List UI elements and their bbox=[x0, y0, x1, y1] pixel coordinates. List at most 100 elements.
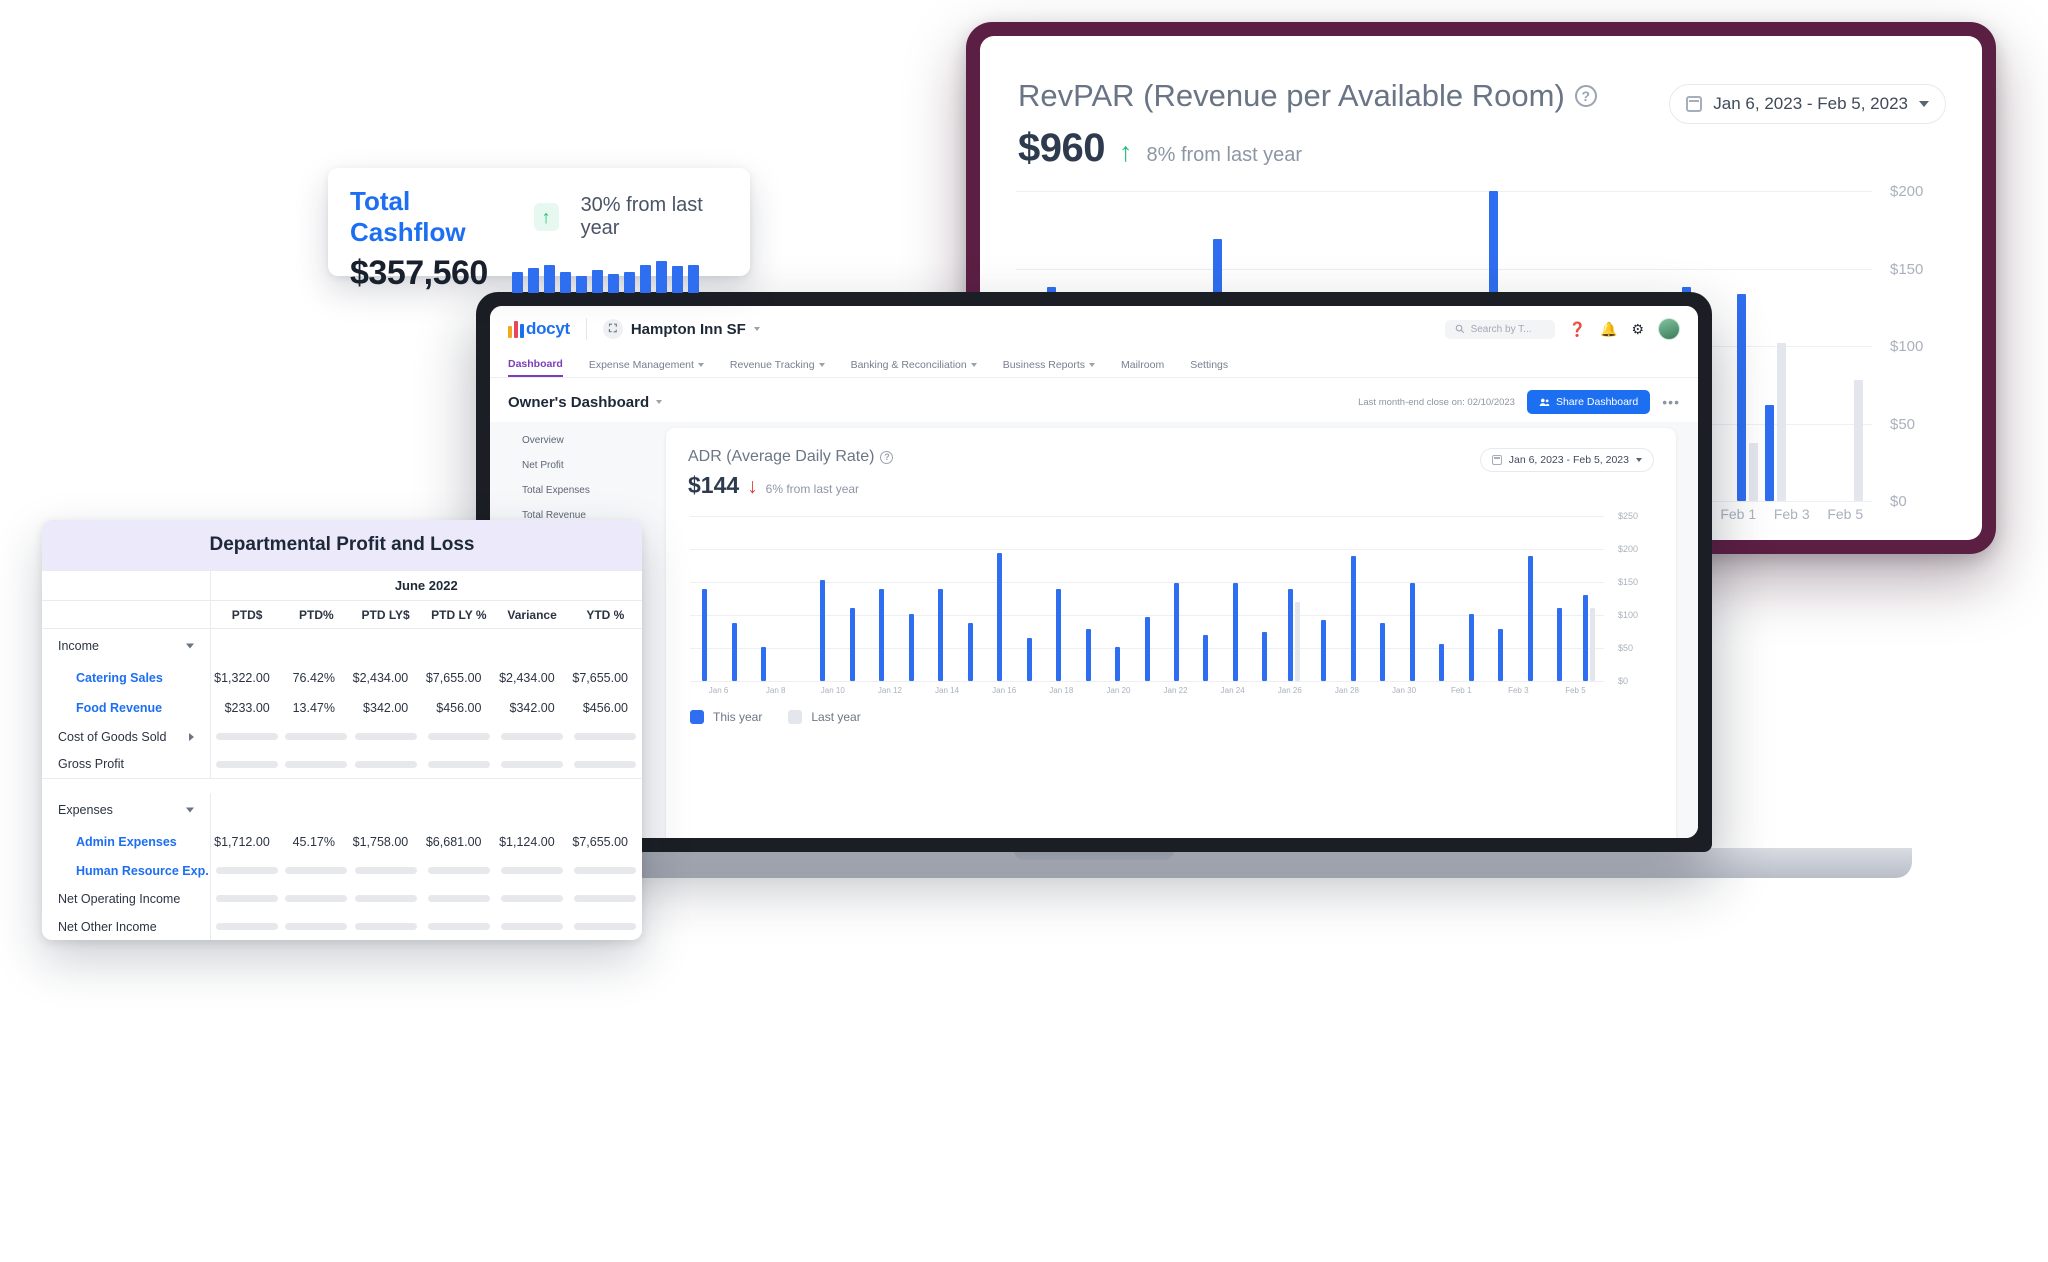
tab-mailroom[interactable]: Mailroom bbox=[1121, 352, 1164, 377]
gear-icon[interactable]: ⚙ bbox=[1631, 321, 1644, 338]
legend-item[interactable]: Last year bbox=[788, 710, 861, 724]
pnl-row-label[interactable]: Gross Profit bbox=[42, 750, 211, 779]
tab-settings[interactable]: Settings bbox=[1190, 352, 1228, 377]
pnl-period-label: June 2022 bbox=[210, 570, 642, 601]
table-row[interactable]: Gross Profit bbox=[42, 750, 642, 779]
adr-bar-group bbox=[1280, 516, 1309, 681]
docyt-logo[interactable]: docyt bbox=[508, 319, 570, 339]
property-selector[interactable]: ⛶ Hampton Inn SF bbox=[602, 319, 760, 339]
pnl-row-label[interactable]: Human Resource Exp. bbox=[42, 856, 211, 885]
pnl-cell bbox=[422, 751, 495, 779]
pnl-cell bbox=[210, 751, 284, 779]
revpar-value-row: $960 ↑ 8% from last year bbox=[1018, 126, 1982, 171]
y-tick-label: $150 bbox=[1890, 260, 1924, 278]
pnl-row-label[interactable]: Cost of Goods Sold bbox=[42, 722, 211, 751]
y-tick-label: $50 bbox=[1890, 415, 1916, 433]
pnl-cell: $6,681.00 bbox=[425, 834, 482, 849]
pnl-cell bbox=[422, 885, 495, 913]
avatar[interactable] bbox=[1658, 318, 1680, 340]
adr-bar-group bbox=[837, 516, 866, 681]
pnl-loading-placeholder bbox=[427, 923, 490, 930]
pnl-cell bbox=[284, 857, 349, 885]
table-row[interactable]: Expenses bbox=[42, 792, 642, 827]
pnl-loading-placeholder bbox=[427, 733, 490, 740]
laptop-device: docyt ⛶ Hampton Inn SF Search by T... ❓ bbox=[276, 292, 1912, 892]
x-tick-label: Jan 30 bbox=[1392, 686, 1417, 695]
sidebar-item-net-profit[interactable]: Net Profit bbox=[522, 453, 660, 478]
legend-item[interactable]: This year bbox=[690, 710, 762, 724]
adr-bar-group bbox=[867, 516, 896, 681]
main-tabs: Dashboard Expense Management Revenue Track… bbox=[490, 352, 1698, 378]
question-icon[interactable]: ? bbox=[1574, 85, 1597, 107]
bell-icon[interactable]: 🔔 bbox=[1600, 321, 1617, 338]
tab-banking-reconciliation[interactable]: Banking & Reconciliation bbox=[851, 352, 977, 377]
adr-date-range-picker[interactable]: Jan 6, 2023 - Feb 5, 2023 bbox=[1479, 448, 1654, 472]
pnl-row-label[interactable]: Admin Expenses bbox=[42, 826, 211, 857]
pnl-row-label[interactable]: Catering Sales bbox=[42, 662, 211, 693]
pnl-cell bbox=[569, 723, 642, 751]
pnl-row-label[interactable]: Net Operating Income bbox=[42, 884, 211, 913]
tab-business-reports[interactable]: Business Reports bbox=[1003, 352, 1096, 377]
question-icon[interactable]: ? bbox=[880, 450, 894, 464]
cashflow-title: Total Cashflow bbox=[350, 186, 466, 247]
adr-x-axis: Jan 6 Jan 8 Jan 10 Jan 12 Jan 14 Jan 16 Jan 18… bbox=[690, 686, 1604, 695]
sidebar-item-overview[interactable]: Overview bbox=[522, 428, 660, 453]
pnl-title: Departmental Profit and Loss bbox=[42, 520, 642, 570]
chevron-down-icon[interactable] bbox=[185, 807, 194, 812]
adr-bar-group bbox=[926, 516, 955, 681]
revpar-delta: 8% from last year bbox=[1146, 144, 1303, 166]
table-row[interactable]: Income bbox=[42, 628, 642, 663]
adr-bar-group bbox=[1368, 516, 1397, 681]
arrow-up-icon: ↑ bbox=[533, 203, 559, 231]
pnl-cell: $2,434.00 bbox=[499, 670, 555, 685]
legend-label: This year bbox=[713, 710, 763, 724]
tab-label: Settings bbox=[1190, 358, 1229, 371]
table-row[interactable]: Food Revenue $233.00 13.47% $342.00 $456.00 $… bbox=[42, 692, 642, 723]
tab-label: Banking & Reconciliation bbox=[850, 358, 967, 371]
table-row[interactable]: Human Resource Exp. bbox=[42, 856, 642, 885]
table-row[interactable]: Cost of Goods Sold bbox=[42, 722, 642, 751]
revpar-date-range-picker[interactable]: Jan 6, 2023 - Feb 5, 2023 bbox=[1669, 84, 1946, 124]
chevron-down-icon bbox=[697, 362, 704, 367]
pnl-cell bbox=[284, 723, 349, 751]
x-tick-label: Jan 22 bbox=[1163, 686, 1188, 695]
pnl-empty-cell bbox=[284, 629, 349, 663]
dashboard-selector[interactable]: Owner's Dashboard bbox=[508, 394, 663, 411]
table-row[interactable]: Admin Expenses $1,712.00 45.17% $1,758.00 $6… bbox=[42, 826, 642, 857]
more-options-button[interactable]: ••• bbox=[1662, 394, 1680, 410]
sparkline-bar bbox=[527, 268, 539, 293]
sidebar-item-total-expenses[interactable]: Total Expenses bbox=[522, 478, 660, 503]
bar-this-year bbox=[1115, 647, 1121, 681]
table-row[interactable]: Net Operating Income bbox=[42, 884, 642, 913]
search-input[interactable]: Search by T... bbox=[1444, 319, 1555, 339]
tab-dashboard[interactable]: Dashboard bbox=[508, 352, 563, 377]
pnl-cell bbox=[495, 913, 568, 941]
bar-this-year bbox=[1764, 404, 1774, 501]
pnl-cell bbox=[210, 857, 284, 885]
pnl-row-label[interactable]: Net Other Income bbox=[42, 912, 211, 940]
bar-this-year bbox=[761, 647, 767, 681]
tab-revenue-tracking[interactable]: Revenue Tracking bbox=[730, 352, 825, 377]
pnl-cell: $7,655.00 bbox=[572, 670, 628, 685]
bar-last-year bbox=[1776, 342, 1786, 501]
table-row[interactable]: Catering Sales $1,322.00 76.42% $2,434.00 $7… bbox=[42, 662, 642, 693]
pnl-row-label[interactable]: Food Revenue bbox=[42, 692, 211, 723]
pnl-group-label: Income bbox=[42, 628, 211, 663]
share-dashboard-button[interactable]: Share Dashboard bbox=[1526, 390, 1651, 414]
pnl-cell bbox=[495, 723, 568, 751]
chevron-right-icon[interactable] bbox=[188, 732, 194, 741]
month-end-close-text: Last month-end close on: 02/10/2023 bbox=[1358, 396, 1515, 408]
pnl-cell: $342.00 bbox=[363, 700, 409, 715]
pnl-loading-placeholder bbox=[501, 923, 564, 930]
table-row[interactable]: Net Other Income bbox=[42, 912, 642, 941]
pnl-empty-cell bbox=[569, 629, 642, 663]
x-tick-label: Jan 20 bbox=[1106, 686, 1131, 695]
legend-swatch bbox=[690, 710, 704, 724]
revpar-y-axis: $200 $150 $100 $50 $0 bbox=[1876, 183, 1968, 510]
tab-expense-management[interactable]: Expense Management bbox=[589, 352, 704, 377]
pnl-cell: $233.00 bbox=[224, 700, 270, 715]
nav-right-group: Search by T... ❓ 🔔 ⚙ bbox=[1444, 318, 1680, 340]
pnl-cell bbox=[569, 751, 642, 779]
help-icon[interactable]: ❓ bbox=[1569, 321, 1586, 338]
chevron-down-icon[interactable] bbox=[185, 643, 194, 649]
